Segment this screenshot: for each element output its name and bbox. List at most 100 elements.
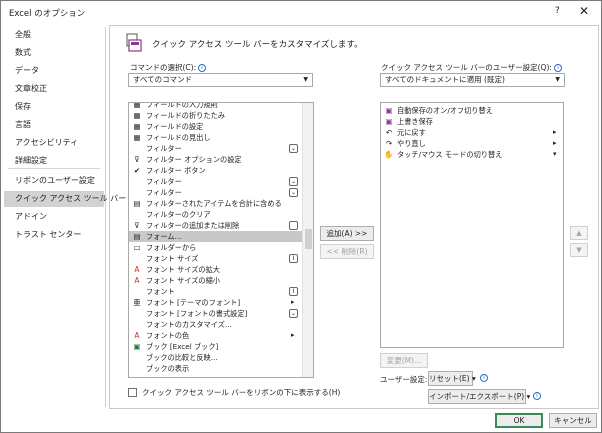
reset-button[interactable]: リセット(E) ▾ [428,371,476,386]
info-icon[interactable]: i [480,374,488,382]
command-list-item[interactable]: フォント サイズ I [129,253,302,264]
command-list-item[interactable]: フォントのカスタマイズ... [129,319,302,330]
command-label: フィールドの見出し [146,133,211,142]
command-label: フォントの色 [146,331,190,340]
command-icon [132,177,142,186]
ok-button[interactable]: OK [495,413,543,428]
command-list-item[interactable]: フィルターのクリア [129,209,302,220]
command-list-item[interactable]: ブックの比較と反映... [129,352,302,363]
nav-item[interactable]: アクセシビリティ [4,135,104,151]
import-export-button[interactable]: インポート/エクスポート(P) ▾ [428,389,530,404]
dropdown-indicator-icon: ⌄ [289,188,298,197]
command-label: フォント サイズの縮小 [146,276,220,285]
qat-list-item[interactable]: ▣ 自動保存のオン/オフ切り替え [381,105,561,116]
qat-commands-list[interactable]: ▣ 自動保存のオン/オフ切り替え ▣ 上書き保存 ↶ 元に戻す ▸ ↷ やり直し ▸ ✋ タッチ/マウ… [380,102,564,348]
command-list-item[interactable]: ▦ フィールドの見出し [129,132,302,143]
nav-item[interactable]: トラスト センター [4,227,104,243]
command-icon: ▦ [133,111,141,120]
dropdown-indicator-icon [289,221,298,230]
add-button[interactable]: 追加(A) >> [320,226,374,241]
window-title: Excel のオプション [9,9,86,19]
command-list-item[interactable]: フィルター ⌄ [129,176,302,187]
command-label: ブック [Excel ブック] [146,342,219,351]
command-icon [132,287,142,296]
command-list-item[interactable]: ▤ フォーム... [129,231,302,242]
command-list-item[interactable]: ⊽ フィルターの追加または削除 [129,220,302,231]
command-icon: ▤ [133,199,141,208]
scrollbar-thumb[interactable] [305,229,312,249]
choose-commands-dropdown[interactable]: すべてのコマンド ▼ [128,73,313,87]
command-icon: A [134,331,140,340]
command-label: フォント [テーマのフォント] [146,298,241,307]
command-list-item[interactable]: ▣ ブック [Excel ブック] [129,341,302,352]
dropdown-indicator-icon: ⌄ [289,309,298,318]
command-label: ブックの表示 [146,364,190,373]
command-list-item[interactable]: ✔ フィルター ボタン [129,165,302,176]
command-list-item[interactable]: ブックの表示 [129,363,302,374]
cancel-button[interactable]: キャンセル [549,413,597,428]
page-heading: クイック アクセス ツール バーをカスタマイズします。 [152,40,363,50]
command-list-item[interactable]: ▦ フィールドの入力規則 [129,103,302,110]
category-nav: 全般数式データ文章校正保存言語アクセシビリティ 詳細設定リボンのユーザー設定クイッ… [4,27,126,407]
close-button[interactable]: ✕ [579,4,589,18]
command-label: フォント サイズの拡大 [146,265,220,274]
dropdown-indicator-icon: ⌄ [289,177,298,186]
nav-item[interactable]: 数式 [4,45,104,61]
qat-list-item[interactable]: ↶ 元に戻す ▸ [381,127,561,138]
qat-list-item[interactable]: ↷ やり直し ▸ [381,138,561,149]
move-up-button[interactable]: ▲ [570,226,588,240]
command-icon [132,254,142,263]
command-list-item[interactable]: A フォントの色 ▸ [129,330,302,341]
nav-item[interactable]: 保存 [4,99,104,115]
command-list-item[interactable]: ▦ フィールドの設定 [129,121,302,132]
command-list-item[interactable]: フィルター ⌄ [129,187,302,198]
command-label: フォント [146,287,175,296]
customize-qat-dropdown[interactable]: すべてのドキュメントに適用 (既定) ▼ [380,73,565,87]
command-label: フィルター [146,177,182,186]
nav-item[interactable]: クイック アクセス ツール バー [4,191,126,207]
nav-item[interactable]: リボンのユーザー設定 [4,173,104,189]
submenu-arrow-icon: ▸ [553,139,557,147]
command-list-item[interactable]: A フォント サイズの縮小 [129,275,302,286]
command-list-item[interactable]: ▤ フィルターされたアイテムを合計に含める [129,198,302,209]
command-list-item[interactable]: フィルター ⌄ [129,143,302,154]
command-label: 元に戻す [397,128,426,137]
info-icon[interactable]: i [533,392,541,400]
command-list-item[interactable]: フォント [フォントの書式設定] ⌄ [129,308,302,319]
command-list-item[interactable]: ▭ フォルダーから [129,242,302,253]
help-button[interactable]: ? [555,6,560,16]
move-down-button[interactable]: ▼ [570,243,588,257]
nav-item[interactable]: アドイン [4,209,104,225]
command-label: フィールドの折りたたみ [146,111,225,120]
command-icon [132,188,142,197]
command-icon [132,353,142,362]
command-list-item[interactable]: ▦ フィールドの折りたたみ [129,110,302,121]
commands-list[interactable]: ブックの表示 ブックの比較と反映... ▣ ブック [Excel ブック] A フォントの… [128,102,314,378]
command-list-item[interactable]: 亜フォント [テーマのフォント] ▸ [129,297,302,308]
nav-item[interactable]: 言語 [4,117,104,133]
qat-list-item[interactable]: ✋ タッチ/マウス モードの切り替え ▾ [381,149,561,160]
command-label: フィルター [146,144,182,153]
command-icon: ✋ [384,150,394,159]
command-label: 自動保存のオン/オフ切り替え [397,106,493,115]
command-icon: ▦ [133,133,141,142]
nav-item[interactable]: 全般 [4,27,104,43]
nav-item[interactable]: 文章校正 [4,81,104,97]
command-list-item[interactable]: フォント I [129,286,302,297]
command-icon: A [134,276,140,285]
info-icon[interactable]: i [198,64,207,72]
show-below-ribbon-checkbox[interactable] [128,388,137,397]
command-list-item[interactable]: ⊽ フィルター オプションの設定 [129,154,302,165]
qat-list-item[interactable]: ▣ 上書き保存 [381,116,561,127]
nav-item[interactable]: データ [4,63,104,79]
remove-button[interactable]: << 削除(R) [320,244,374,259]
command-list-item[interactable]: A フォント サイズの拡大 [129,264,302,275]
quick-access-toolbar-icon [126,33,142,52]
nav-item[interactable]: 詳細設定 [4,153,104,169]
info-icon[interactable]: i [553,64,562,72]
modify-button[interactable]: 変更(M)... [380,353,428,368]
dropdown-indicator-icon: I [289,254,298,263]
commands-scrollbar[interactable] [302,103,313,377]
command-icon: ⊽ [134,155,140,164]
dropdown-indicator-icon: ⌄ [289,144,298,153]
